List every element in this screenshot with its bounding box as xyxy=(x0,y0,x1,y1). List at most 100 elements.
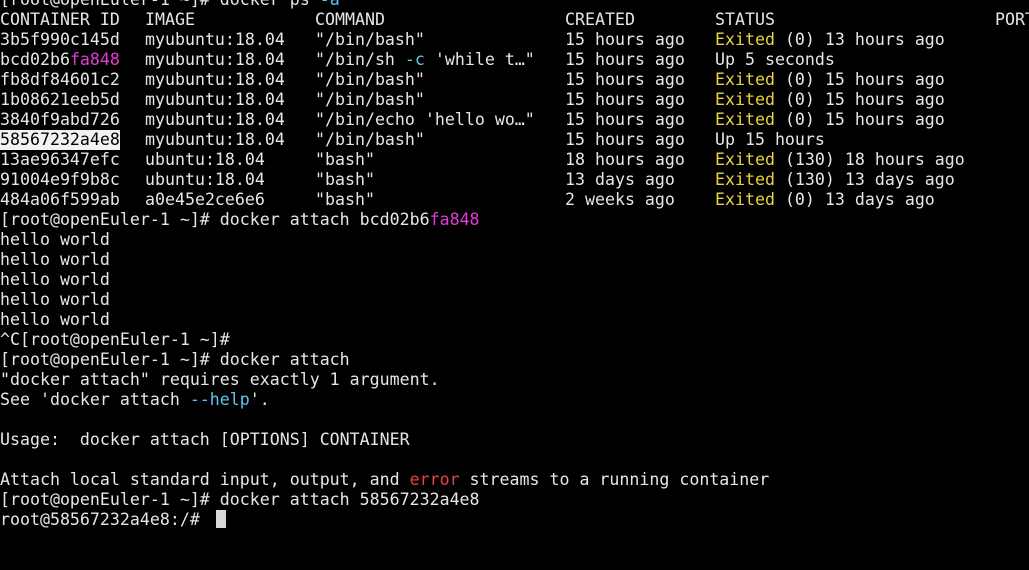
container-created: 18 hours ago xyxy=(565,150,685,169)
container-shell-line[interactable]: root@58567232a4e8:/# xyxy=(0,510,1029,530)
table-row: bcd02b6fa848 myubuntu:18.04 "/bin/sh -c … xyxy=(0,50,1029,70)
container-id-part: bcd02b6 xyxy=(0,50,70,69)
status-exited: Exited xyxy=(715,190,775,209)
status-detail: (0) 15 hours ago xyxy=(774,70,945,89)
container-command: "/bin/echo 'hello wo…" xyxy=(315,110,535,129)
container-command: "bash" xyxy=(315,150,375,169)
container-id: 91004e9f9b8c xyxy=(0,170,120,189)
table-row: 484a06f599ab a0e45e2ce6e6 "bash" 2 weeks… xyxy=(0,190,1029,210)
attach-command-text: [root@openEuler-1 ~]# docker attach bcd0… xyxy=(0,210,430,229)
attach-command-line: [root@openEuler-1 ~]# docker attach bcd0… xyxy=(0,210,1029,230)
container-created: 15 hours ago xyxy=(565,130,685,149)
container-image: myubuntu:18.04 xyxy=(145,70,285,89)
header-command: COMMAND xyxy=(315,10,385,29)
status-detail: (130) 13 days ago xyxy=(774,170,955,189)
header-ports: PORTS xyxy=(995,10,1029,29)
table-row: 91004e9f9b8c ubuntu:18.04 "bash" 13 days… xyxy=(0,170,1029,190)
command-part: 'while t…" xyxy=(424,50,535,69)
command-flag: -a xyxy=(320,0,340,9)
status-exited: Exited xyxy=(715,70,775,89)
container-id: 13ae96347efc xyxy=(0,150,120,169)
attach-command-line: [root@openEuler-1 ~]# docker attach 5856… xyxy=(0,490,480,509)
status-exited: Exited xyxy=(715,30,775,49)
container-created: 15 hours ago xyxy=(565,70,685,89)
command-text: docker ps xyxy=(220,0,320,9)
interrupt-prompt-line: ^C[root@openEuler-1 ~]# xyxy=(0,330,230,349)
status-detail: (130) 18 hours ago xyxy=(774,150,965,169)
status-exited: Exited xyxy=(715,90,775,109)
table-row: 3840f9abd726 myubuntu:18.04 "/bin/echo '… xyxy=(0,110,1029,130)
output-line: hello world xyxy=(0,230,110,249)
header-container-id: CONTAINER ID xyxy=(0,10,120,29)
container-image: ubuntu:18.04 xyxy=(145,170,265,189)
container-status: Exited (0) 13 days ago xyxy=(715,190,935,210)
table-row: fb8df84601c2 myubuntu:18.04 "/bin/bash" … xyxy=(0,70,1029,90)
attach-command-line: [root@openEuler-1 ~]# docker attach xyxy=(0,350,350,369)
error-keyword: error xyxy=(409,470,460,489)
container-status: Exited (130) 18 hours ago xyxy=(715,150,965,170)
output-line: hello world xyxy=(0,290,110,309)
ps-command-line: [root@openEuler-1 ~]# docker ps -a xyxy=(0,0,1029,10)
container-command: "bash" xyxy=(315,170,375,189)
container-command: "/bin/bash" xyxy=(315,70,425,89)
container-id: 3b5f990c145d xyxy=(0,30,120,49)
table-row: 3b5f990c145d myubuntu:18.04 "/bin/bash" … xyxy=(0,30,1029,50)
help-hint-line: See 'docker attach --help'. xyxy=(0,390,270,409)
container-created: 15 hours ago xyxy=(565,110,685,129)
terminal-window[interactable]: [root@openEuler-1 ~]# docker ps -a CONTA… xyxy=(0,0,1029,534)
status-detail: (0) 15 hours ago xyxy=(774,110,945,129)
container-command: "/bin/bash" xyxy=(315,90,425,109)
description-line: Attach local standard input, output, and… xyxy=(0,470,770,489)
output-line: hello world xyxy=(0,270,110,289)
usage-line: Usage: docker attach [OPTIONS] CONTAINER xyxy=(0,430,410,449)
container-status: Exited (0) 15 hours ago xyxy=(715,110,945,130)
container-status: Up 15 hours xyxy=(715,130,825,149)
container-command: "bash" xyxy=(315,190,375,209)
table-row: 1b08621eeb5d myubuntu:18.04 "/bin/bash" … xyxy=(0,90,1029,110)
table-row: 58567232a4e8 myubuntu:18.04 "/bin/bash" … xyxy=(0,130,1029,150)
container-created: 13 days ago xyxy=(565,170,675,189)
output-line: hello world xyxy=(0,250,110,269)
container-image: a0e45e2ce6e6 xyxy=(145,190,265,209)
header-status: STATUS xyxy=(715,10,775,29)
container-image: myubuntu:18.04 xyxy=(145,90,285,109)
container-created: 15 hours ago xyxy=(565,50,685,69)
container-id-match: fa848 xyxy=(69,50,120,69)
text-cursor xyxy=(215,510,226,528)
status-detail: (0) 15 hours ago xyxy=(774,90,945,109)
container-image: myubuntu:18.04 xyxy=(145,110,285,129)
shell-prompt: [root@openEuler-1 ~]# xyxy=(0,0,220,9)
container-command: "/bin/bash" xyxy=(315,130,425,149)
status-exited: Exited xyxy=(715,170,775,189)
container-status: Exited (0) 15 hours ago xyxy=(715,70,945,90)
container-id: 3840f9abd726 xyxy=(0,110,120,129)
container-image: myubuntu:18.04 xyxy=(145,130,285,149)
output-line: hello world xyxy=(0,310,110,329)
container-id: 484a06f599ab xyxy=(0,190,120,209)
help-flag: --help xyxy=(189,390,250,409)
container-image: myubuntu:18.04 xyxy=(145,50,285,69)
container-command: "/bin/bash" xyxy=(315,30,425,49)
container-status: Exited (0) 15 hours ago xyxy=(715,90,945,110)
container-created: 15 hours ago xyxy=(565,90,685,109)
command-part: "/bin/sh xyxy=(315,50,405,69)
container-id: bcd02b6fa848 xyxy=(0,50,120,70)
container-status: Exited (0) 13 hours ago xyxy=(715,30,945,50)
container-id: fb8df84601c2 xyxy=(0,70,120,89)
container-shell-prompt: root@58567232a4e8:/# xyxy=(0,510,210,529)
error-message-line: "docker attach" requires exactly 1 argum… xyxy=(0,370,440,389)
container-created: 15 hours ago xyxy=(565,30,685,49)
container-status: Up 5 seconds xyxy=(715,50,835,69)
container-id: 1b08621eeb5d xyxy=(0,90,120,109)
command-flag: -c xyxy=(404,50,425,69)
container-status: Exited (130) 13 days ago xyxy=(715,170,955,190)
header-created: CREATED xyxy=(565,10,635,29)
attach-id-match: fa848 xyxy=(429,210,480,229)
container-id-selected[interactable]: 58567232a4e8 xyxy=(0,130,120,150)
table-header: CONTAINER ID IMAGE COMMAND CREATED STATU… xyxy=(0,10,1029,30)
status-detail: (0) 13 hours ago xyxy=(774,30,945,49)
container-image: ubuntu:18.04 xyxy=(145,150,265,169)
header-image: IMAGE xyxy=(145,10,195,29)
